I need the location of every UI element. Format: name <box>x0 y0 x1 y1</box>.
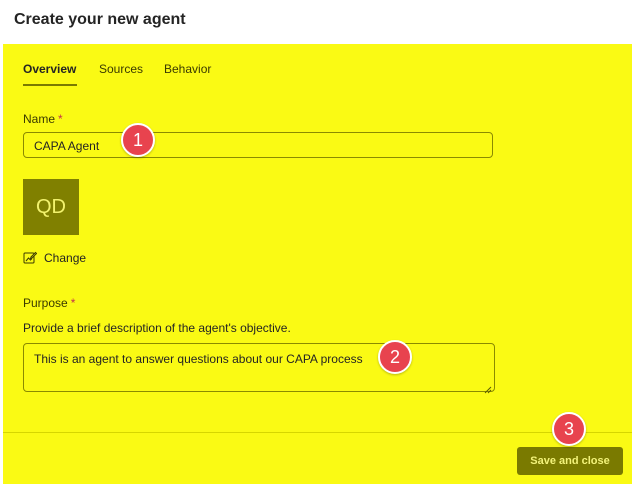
create-agent-dialog: Create your new agent Overview Sources B… <box>0 0 634 484</box>
callout-badge-1: 1 <box>121 123 155 157</box>
name-label-text: Name <box>23 112 56 126</box>
active-tab-indicator <box>23 84 77 86</box>
name-field[interactable]: CAPA Agent <box>23 132 493 158</box>
change-label: Change <box>44 251 87 265</box>
change-avatar-link[interactable]: Change <box>23 250 86 266</box>
purpose-label-text: Purpose <box>23 296 68 310</box>
required-mark: * <box>58 112 63 126</box>
tab-overview[interactable]: Overview <box>23 62 76 76</box>
save-and-close-button[interactable]: Save and close <box>517 447 623 475</box>
required-mark: * <box>70 296 76 310</box>
purpose-textarea[interactable]: This is an agent to answer questions abo… <box>23 343 495 394</box>
resize-handle-icon[interactable] <box>484 381 492 394</box>
dialog-title: Create your new agent <box>14 11 186 28</box>
tab-behavior[interactable]: Behavior <box>164 62 211 76</box>
agent-form-panel: Overview Sources Behavior Name * CAPA Age… <box>3 44 632 484</box>
edit-image-icon <box>23 251 38 265</box>
name-label: Name * <box>23 112 63 126</box>
purpose-hint: Provide a brief description of the agent… <box>23 321 291 335</box>
avatar: QD <box>23 179 79 235</box>
purpose-label: Purpose * <box>23 296 75 310</box>
purpose-textarea-value: This is an agent to answer questions abo… <box>34 352 363 366</box>
callout-badge-2: 2 <box>378 340 412 374</box>
footer-divider <box>3 432 632 433</box>
name-field-value: CAPA Agent <box>34 139 100 153</box>
dialog-header: Create your new agent <box>0 0 634 44</box>
callout-badge-3: 3 <box>552 412 586 446</box>
tab-sources[interactable]: Sources <box>99 62 143 76</box>
